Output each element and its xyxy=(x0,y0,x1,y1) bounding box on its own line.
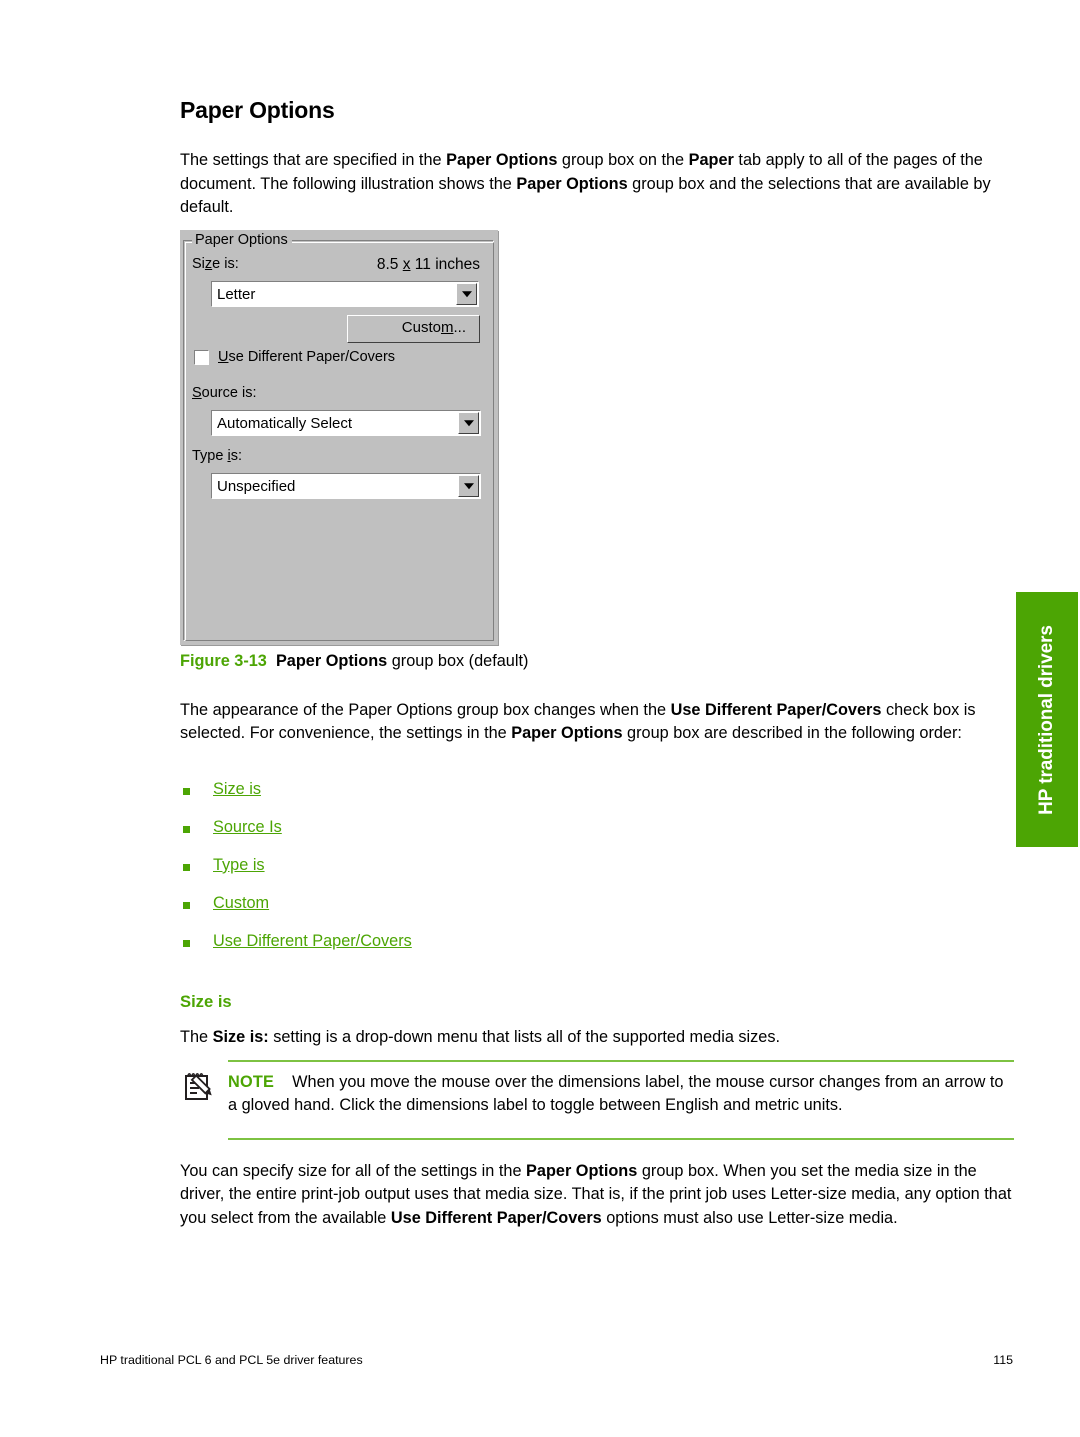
figure-number: Figure 3-13 xyxy=(180,652,267,670)
list-item[interactable]: Source Is xyxy=(180,816,680,854)
list-item[interactable]: Custom xyxy=(180,892,680,930)
source-is-combobox[interactable]: Automatically Select xyxy=(211,410,481,436)
size-is-text-1: The xyxy=(180,1028,213,1046)
square-bullet-icon xyxy=(183,788,190,795)
note-divider-bottom xyxy=(228,1138,1014,1140)
paper-options-group-box: Paper Options Size is: 8.5 x 11 inches L… xyxy=(180,230,498,645)
list-item[interactable]: Size is xyxy=(180,778,680,816)
intro-bold-2: Paper xyxy=(688,151,734,170)
square-bullet-icon xyxy=(183,940,190,947)
link-custom[interactable]: Custom xyxy=(213,892,269,915)
intro-bold-1: Paper Options xyxy=(446,151,558,170)
dimensions-label[interactable]: 8.5 x 11 inches xyxy=(377,256,480,274)
cross-reference-list: Size is Source Is Type is Custom Use Dif… xyxy=(180,778,680,968)
type-is-combobox[interactable]: Unspecified xyxy=(211,473,481,499)
paper-options-dialog-figure: Paper Options Size is: 8.5 x 11 inches L… xyxy=(180,230,498,645)
note-divider-top xyxy=(228,1060,1014,1062)
note-keyword: NOTE xyxy=(228,1073,275,1091)
figure-caption-bold: Paper Options xyxy=(275,652,388,670)
chapter-tab: HP traditional drivers xyxy=(1016,592,1078,847)
chevron-down-icon[interactable] xyxy=(458,475,479,497)
square-bullet-icon xyxy=(183,826,190,833)
subsection-heading-size-is: Size is xyxy=(180,992,232,1011)
intro-text-1: The settings that are specified in the xyxy=(180,151,447,170)
group-box-legend: Paper Options xyxy=(192,232,292,249)
after-figure-bold-2: Paper Options xyxy=(511,724,623,743)
closing-text-1: You can specify size for all of the sett… xyxy=(180,1162,527,1180)
page-title: Paper Options xyxy=(180,97,335,123)
figure-caption-rest: group box (default) xyxy=(387,652,529,670)
link-source-is[interactable]: Source Is xyxy=(213,816,282,839)
link-type-is[interactable]: Type is xyxy=(213,854,265,877)
figure-caption: Figure 3-13 Paper Options group box (def… xyxy=(180,651,528,671)
size-is-combobox[interactable]: Letter xyxy=(211,281,479,307)
chapter-tab-label: HP traditional drivers xyxy=(1036,624,1057,815)
note-text-block: NOTE When you move the mouse over the di… xyxy=(228,1071,1014,1118)
note-text: When you move the mouse over the dimensi… xyxy=(228,1073,1004,1115)
chevron-down-icon[interactable] xyxy=(456,283,477,305)
type-is-value: Unspecified xyxy=(217,478,296,495)
page-number: 115 xyxy=(993,1353,1013,1367)
chevron-down-icon[interactable] xyxy=(458,412,479,434)
closing-paragraph: You can specify size for all of the sett… xyxy=(180,1160,1013,1230)
note-pencil-icon xyxy=(180,1068,220,1108)
intro-paragraph: The settings that are specified in the P… xyxy=(180,149,1013,219)
source-is-label: Source is: xyxy=(192,385,257,401)
intro-block: Paper Options The settings that are spec… xyxy=(180,97,1013,237)
footer-title: HP traditional PCL 6 and PCL 5e driver f… xyxy=(100,1353,363,1367)
document-page: Paper Options The settings that are spec… xyxy=(0,0,1080,1437)
link-size-is[interactable]: Size is xyxy=(213,778,261,801)
size-is-text-2: setting is a drop-down menu that lists a… xyxy=(268,1028,781,1046)
after-figure-paragraph: The appearance of the Paper Options grou… xyxy=(180,699,1013,746)
source-is-value: Automatically Select xyxy=(217,415,353,432)
intro-text-2: group box on the xyxy=(557,151,689,170)
size-is-value: Letter xyxy=(217,286,256,303)
closing-bold-1: Paper Options xyxy=(526,1162,638,1180)
after-figure-text-1: The appearance of the Paper Options grou… xyxy=(180,701,671,719)
size-is-paragraph: The Size is: setting is a drop-down menu… xyxy=(180,1026,1013,1049)
use-different-paper-covers-label: Use Different Paper/Covers xyxy=(218,349,396,365)
list-item[interactable]: Type is xyxy=(180,854,680,892)
intro-bold-3: Paper Options xyxy=(516,174,628,193)
closing-text-3: options must also use Letter-size media. xyxy=(601,1208,898,1227)
custom-button[interactable]: Custom... xyxy=(347,315,480,343)
link-use-different-paper-covers[interactable]: Use Different Paper/Covers xyxy=(213,930,412,953)
square-bullet-icon xyxy=(183,902,190,909)
square-bullet-icon xyxy=(183,864,190,871)
list-item[interactable]: Use Different Paper/Covers xyxy=(180,930,680,968)
size-is-label: Size is: xyxy=(192,256,239,272)
size-is-bold-1: Size is: xyxy=(212,1028,269,1046)
use-different-paper-covers-checkbox[interactable] xyxy=(194,350,209,365)
after-figure-bold-1: Use Different Paper/Covers xyxy=(670,701,882,719)
type-is-label: Type is: xyxy=(192,448,242,464)
after-figure-text-3: group box are described in the following… xyxy=(622,724,962,743)
closing-bold-2: Use Different Paper/Covers xyxy=(390,1208,602,1227)
